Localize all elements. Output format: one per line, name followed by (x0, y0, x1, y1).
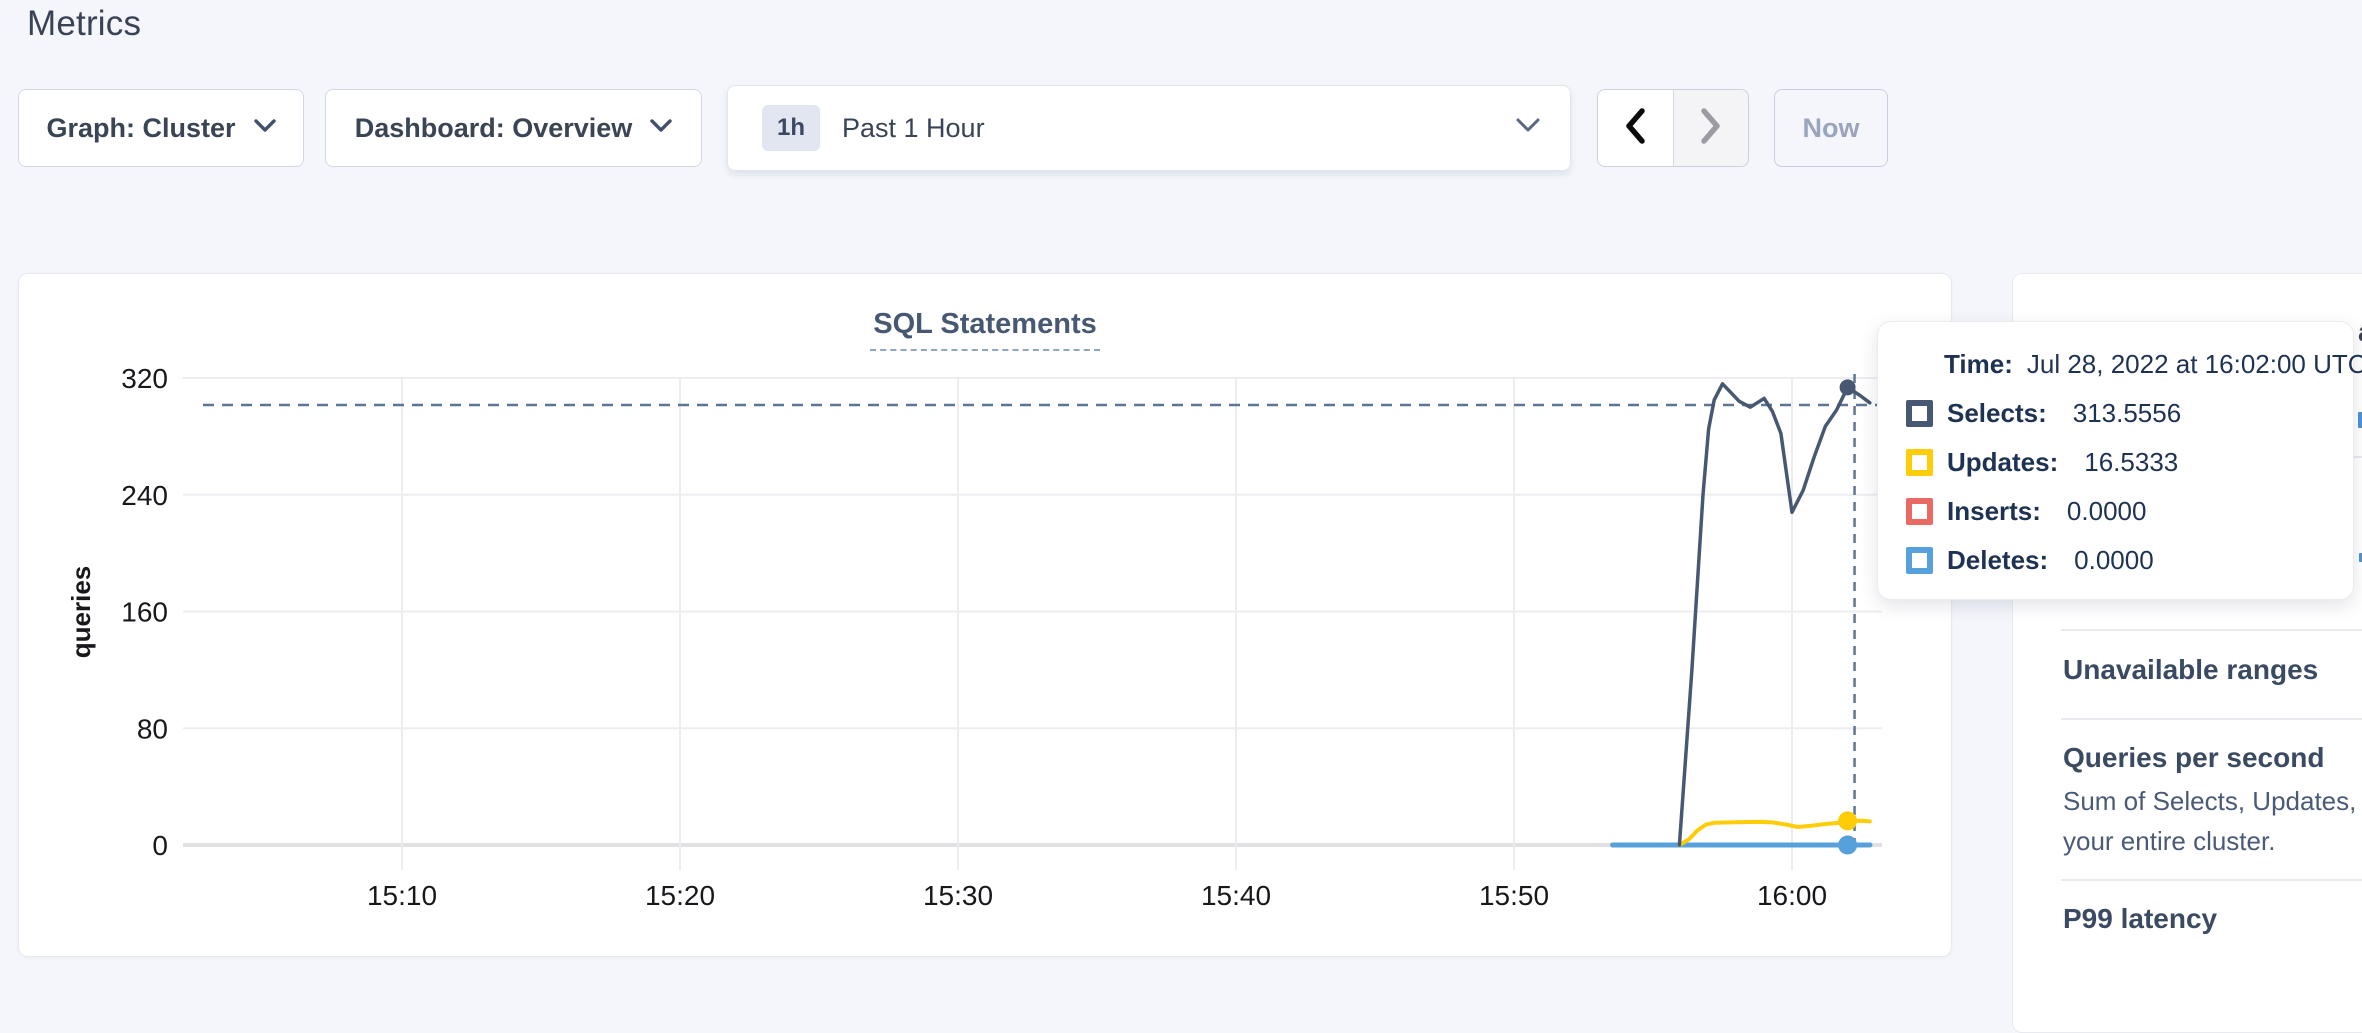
series-label: Updates: (1947, 447, 2058, 478)
graph-type-dropdown[interactable]: Graph: Cluster (18, 89, 304, 167)
series-value: 0.0000 (2067, 496, 2147, 527)
metrics-page: { "page": { "title": "Metrics" }, "toolb… (0, 0, 2362, 966)
svg-text:320: 320 (121, 363, 168, 394)
svg-text:queries: queries (66, 566, 96, 659)
time-range-badge: 1h (762, 105, 820, 151)
clipped-heading-fragment: a (2358, 316, 2362, 348)
svg-text:15:10: 15:10 (367, 880, 437, 911)
sidebar-section-heading: Unavailable ranges (2063, 654, 2318, 686)
chevron-down-icon (254, 119, 276, 138)
sidebar-section-description: your entire cluster. (2063, 826, 2275, 857)
svg-text:160: 160 (121, 597, 168, 628)
time-range-selector[interactable]: 1h Past 1 Hour (727, 85, 1571, 171)
time-pager (1597, 89, 1749, 167)
svg-text:240: 240 (121, 480, 168, 511)
tooltip-time-label: Time: (1944, 349, 2013, 379)
divider (2061, 718, 2362, 720)
selects-color-swatch (1906, 400, 1933, 427)
inserts-color-swatch (1906, 498, 1933, 525)
time-range-label: Past 1 Hour (842, 113, 1516, 144)
divider (2061, 629, 2362, 631)
chevron-down-icon (1516, 118, 1540, 138)
svg-text:15:30: 15:30 (923, 880, 993, 911)
tooltip-series-row: Updates: 16.5333 (1906, 447, 2353, 478)
svg-text:15:20: 15:20 (645, 880, 715, 911)
series-value: 16.5333 (2084, 447, 2178, 478)
tooltip-time-value: Jul 28, 2022 at 16:02:00 UTC (2027, 349, 2362, 379)
now-button[interactable]: Now (1774, 89, 1888, 167)
sql-statements-chart[interactable]: 0 80 160 240 320 15:10 15:20 15:30 15:40 15:50 16:… (18, 273, 1952, 957)
deletes-color-swatch (1906, 547, 1933, 574)
chart-hover-tooltip: Time:Jul 28, 2022 at 16:02:00 UTC Select… (1877, 321, 2354, 600)
tooltip-time-row: Time:Jul 28, 2022 at 16:02:00 UTC (1944, 349, 2353, 380)
chevron-right-icon (1700, 108, 1722, 149)
series-value: 0.0000 (2074, 545, 2154, 576)
svg-text:15:40: 15:40 (1201, 880, 1271, 911)
series-label: Deletes: (1947, 545, 2048, 576)
series-label: Selects: (1947, 398, 2047, 429)
svg-text:0: 0 (152, 830, 168, 861)
next-time-button[interactable] (1674, 90, 1749, 166)
graph-type-dropdown-label: Graph: Cluster (46, 113, 235, 144)
chevron-down-icon (650, 119, 672, 138)
tooltip-series-row: Selects: 313.5556 (1906, 398, 2353, 429)
dashboard-dropdown-label: Dashboard: Overview (355, 113, 633, 144)
chart-title-wrap: SQL Statements (18, 308, 1952, 351)
tooltip-series-row: Inserts: 0.0000 (1906, 496, 2353, 527)
series-value: 313.5556 (2073, 398, 2181, 429)
svg-text:15:50: 15:50 (1479, 880, 1549, 911)
series-label: Inserts: (1947, 496, 2041, 527)
sidebar-section-heading: Queries per second (2063, 742, 2324, 774)
svg-text:16:00: 16:00 (1757, 880, 1827, 911)
sidebar-section-heading: P99 latency (2063, 903, 2217, 935)
clipped-link-fragment (2358, 412, 2362, 428)
page-title: Metrics (27, 4, 141, 44)
updates-color-swatch (1906, 449, 1933, 476)
chart-title[interactable]: SQL Statements (870, 308, 1099, 351)
dashboard-dropdown[interactable]: Dashboard: Overview (325, 89, 702, 167)
divider (2061, 879, 2362, 881)
svg-text:80: 80 (137, 713, 168, 744)
chevron-left-icon (1624, 108, 1646, 149)
prev-time-button[interactable] (1598, 90, 1674, 166)
sidebar-section-description: Sum of Selects, Updates, Inserts (2063, 786, 2362, 817)
tooltip-series-row: Deletes: 0.0000 (1906, 545, 2353, 576)
